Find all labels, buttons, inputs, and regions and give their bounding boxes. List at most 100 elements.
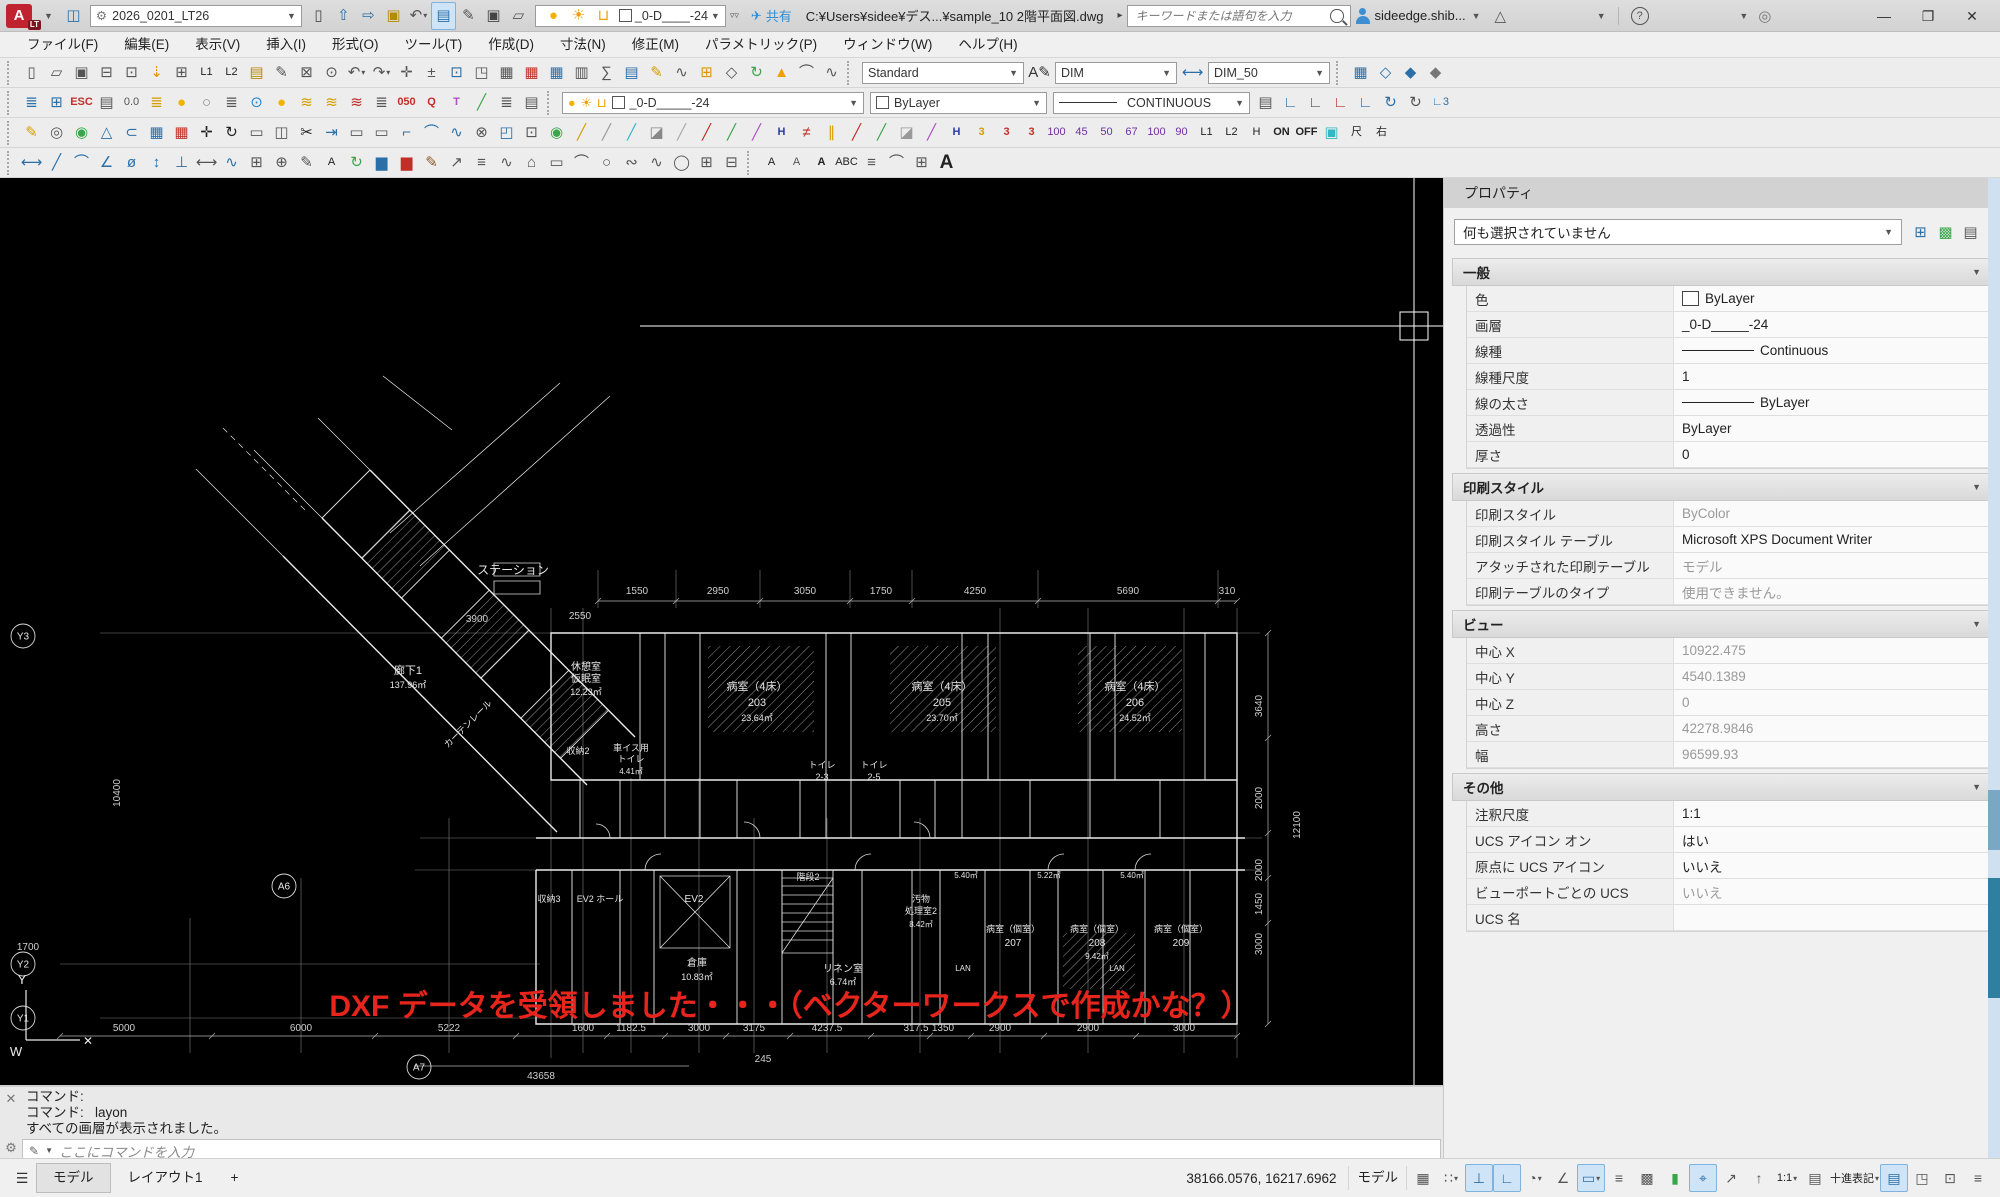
prop-value[interactable]: 96599.93 [1674, 742, 1991, 767]
prop-value[interactable] [1674, 905, 1991, 930]
ortho-icon[interactable]: ⊥ [1465, 1164, 1493, 1192]
line-yellow-icon[interactable]: ╱ [569, 119, 594, 147]
line-gray-icon[interactable]: ╱ [669, 119, 694, 147]
prop-value[interactable]: 使用できません。 [1674, 579, 1991, 604]
save-icon[interactable]: ▣ [69, 59, 94, 87]
open-icon[interactable]: ▱ [44, 59, 69, 87]
h-blue-icon[interactable]: H [769, 119, 794, 147]
toolbar-drag-handle[interactable] [7, 151, 16, 175]
expand-path-icon[interactable]: ▸ [1117, 10, 1122, 21]
select-objects-icon[interactable]: ▤ [1958, 218, 1983, 246]
menu-item-10[interactable]: ウィンドウ(W) [830, 32, 945, 58]
floor-plan-drawing[interactable]: ステーション廊下1137.96㎡休憩室仮眠室12.23㎡病室（4床）20323.… [0, 178, 1443, 1085]
chamfer-icon[interactable]: ⌐ [394, 119, 419, 147]
fillet-icon[interactable]: ⌒ [419, 119, 444, 147]
h-icon[interactable]: H [1244, 119, 1269, 147]
prop-value[interactable]: 1 [1674, 364, 1991, 389]
rotate-icon[interactable]: ↻ [219, 119, 244, 147]
dim-baseline-icon[interactable]: ⊥ [169, 149, 194, 177]
q-icon[interactable]: Q [419, 89, 444, 117]
menu-item-2[interactable]: 表示(V) [182, 32, 253, 58]
toolbar-drag-handle[interactable] [547, 91, 556, 115]
text-style-combo[interactable]: Standard▼ [862, 62, 1024, 84]
plot-icon[interactable]: ⊟ [94, 59, 119, 87]
layer-settings-icon[interactable]: ▤ [1253, 89, 1278, 117]
logo-caret-icon[interactable]: ▼ [44, 11, 53, 21]
dim-ordinate-icon[interactable]: ↕ [144, 149, 169, 177]
trim-icon[interactable]: ✂ [294, 119, 319, 147]
osnap-icon[interactable]: ⌖ [1689, 1164, 1717, 1192]
drawing-canvas[interactable]: ステーション廊下1137.96㎡休憩室仮眠室12.23㎡病室（4床）20323.… [0, 178, 1443, 1085]
plot-preview-icon[interactable]: ⊡ [119, 59, 144, 87]
scale-45-icon[interactable]: 45 [1069, 119, 1094, 147]
prop-value[interactable]: 1:1 [1674, 801, 1991, 826]
graphics-performance-icon[interactable]: ◳ [1908, 1164, 1936, 1192]
maximize-button[interactable]: ❐ [1906, 2, 1950, 30]
clean-screen-icon[interactable]: ⊡ [1936, 1164, 1964, 1192]
toolbar-drag-handle[interactable] [747, 151, 756, 175]
insert-block-icon[interactable]: ⊟ [719, 149, 744, 177]
dynamic-input-icon[interactable]: ▭▾ [1577, 1164, 1605, 1192]
off-icon[interactable]: OFF [1294, 119, 1319, 147]
express-icon[interactable]: ⊞ [909, 149, 934, 177]
search-input[interactable] [1134, 8, 1331, 24]
layout-menu-icon[interactable]: ☰ [8, 1164, 36, 1192]
table-icon[interactable]: ▦ [494, 59, 519, 87]
prop-value[interactable]: Continuous [1674, 338, 1991, 363]
revcloud-icon[interactable]: ∾ [619, 149, 644, 177]
prop-value[interactable]: 4540.1389 [1674, 664, 1991, 689]
line-green-icon[interactable]: ╱ [719, 119, 744, 147]
prop-value[interactable]: はい [1674, 827, 1991, 852]
layer-props-icon[interactable]: ▤ [94, 89, 119, 117]
close-icon[interactable]: ✕ [6, 1091, 17, 1107]
dim-style1-icon[interactable]: ▆ [369, 149, 394, 177]
annotation-scale-button[interactable]: 1:1▾ [1773, 1164, 1801, 1192]
menu-item-9[interactable]: パラメトリック(P) [692, 32, 830, 58]
workspace-icon[interactable]: ◫ [61, 2, 86, 30]
block-edit-icon[interactable]: ⊞ [694, 59, 719, 87]
bulb-icon[interactable]: ● [541, 2, 566, 30]
menu-item-11[interactable]: ヘルプ(H) [945, 32, 1030, 58]
prop-value[interactable]: ByLayer [1674, 416, 1991, 441]
l1-icon[interactable]: L1 [194, 59, 219, 87]
undo-icon[interactable]: ↶▾ [344, 59, 369, 87]
migi-icon[interactable]: 右 [1369, 119, 1394, 147]
copy-object-icon[interactable]: ◎ [44, 119, 69, 147]
mirror-icon[interactable]: △ [94, 119, 119, 147]
collapse-icon[interactable]: ▼ [1972, 267, 1981, 277]
layer-off-icon[interactable]: ○ [194, 89, 219, 117]
zero-icon[interactable]: 0.0 [119, 89, 144, 117]
plumb-icon[interactable]: ▲ [769, 59, 794, 87]
menu-item-1[interactable]: 編集(E) [111, 32, 182, 58]
prop-value[interactable]: 0 [1674, 690, 1991, 715]
help-icon[interactable]: ? [1631, 7, 1649, 25]
space-indicator[interactable]: モデル [1348, 1166, 1407, 1190]
l1-icon[interactable]: L1 [1194, 119, 1219, 147]
line-magenta2-icon[interactable]: ╱ [919, 119, 944, 147]
properties-title[interactable]: プロパティ [1444, 178, 2000, 208]
save-icon[interactable]: ▣ [481, 2, 506, 30]
quick-properties-icon[interactable]: ▤ [1880, 1164, 1908, 1192]
snap-mode-icon[interactable]: ∷▾ [1437, 1164, 1465, 1192]
blend-icon[interactable]: ∿ [444, 119, 469, 147]
layer-merge-icon[interactable]: ≣ [369, 89, 394, 117]
prop-value[interactable]: _0-D_____-24 [1674, 312, 1991, 337]
save-as-icon[interactable]: ▣ [381, 2, 406, 30]
swatch-gray2-icon[interactable]: ◪ [894, 119, 919, 147]
ucs-previous-icon[interactable]: ∟ [1303, 89, 1328, 117]
line-red-icon[interactable]: ╱ [694, 119, 719, 147]
new-file-icon[interactable]: ▯ [306, 2, 331, 30]
point-icon[interactable]: ◉ [69, 119, 94, 147]
menu-item-3[interactable]: 挿入(I) [253, 32, 319, 58]
osnap-tracking-icon[interactable]: ↗ [1717, 1164, 1745, 1192]
open-from-mobile-icon[interactable]: ⇧ [331, 2, 356, 30]
menu-item-7[interactable]: 寸法(N) [547, 32, 619, 58]
toolbar-drag-handle[interactable] [847, 61, 856, 85]
autocad-logo-icon[interactable]: ALT [6, 4, 32, 28]
prop-value[interactable]: いいえ [1674, 879, 1991, 904]
arc-text-icon[interactable]: ⌒ [884, 149, 909, 177]
line-red2-icon[interactable]: ╱ [844, 119, 869, 147]
transparency-icon[interactable]: ▩ [1633, 1164, 1661, 1192]
offset-icon[interactable]: ⊂ [119, 119, 144, 147]
autodesk-logo-icon[interactable]: △ [1495, 7, 1507, 25]
